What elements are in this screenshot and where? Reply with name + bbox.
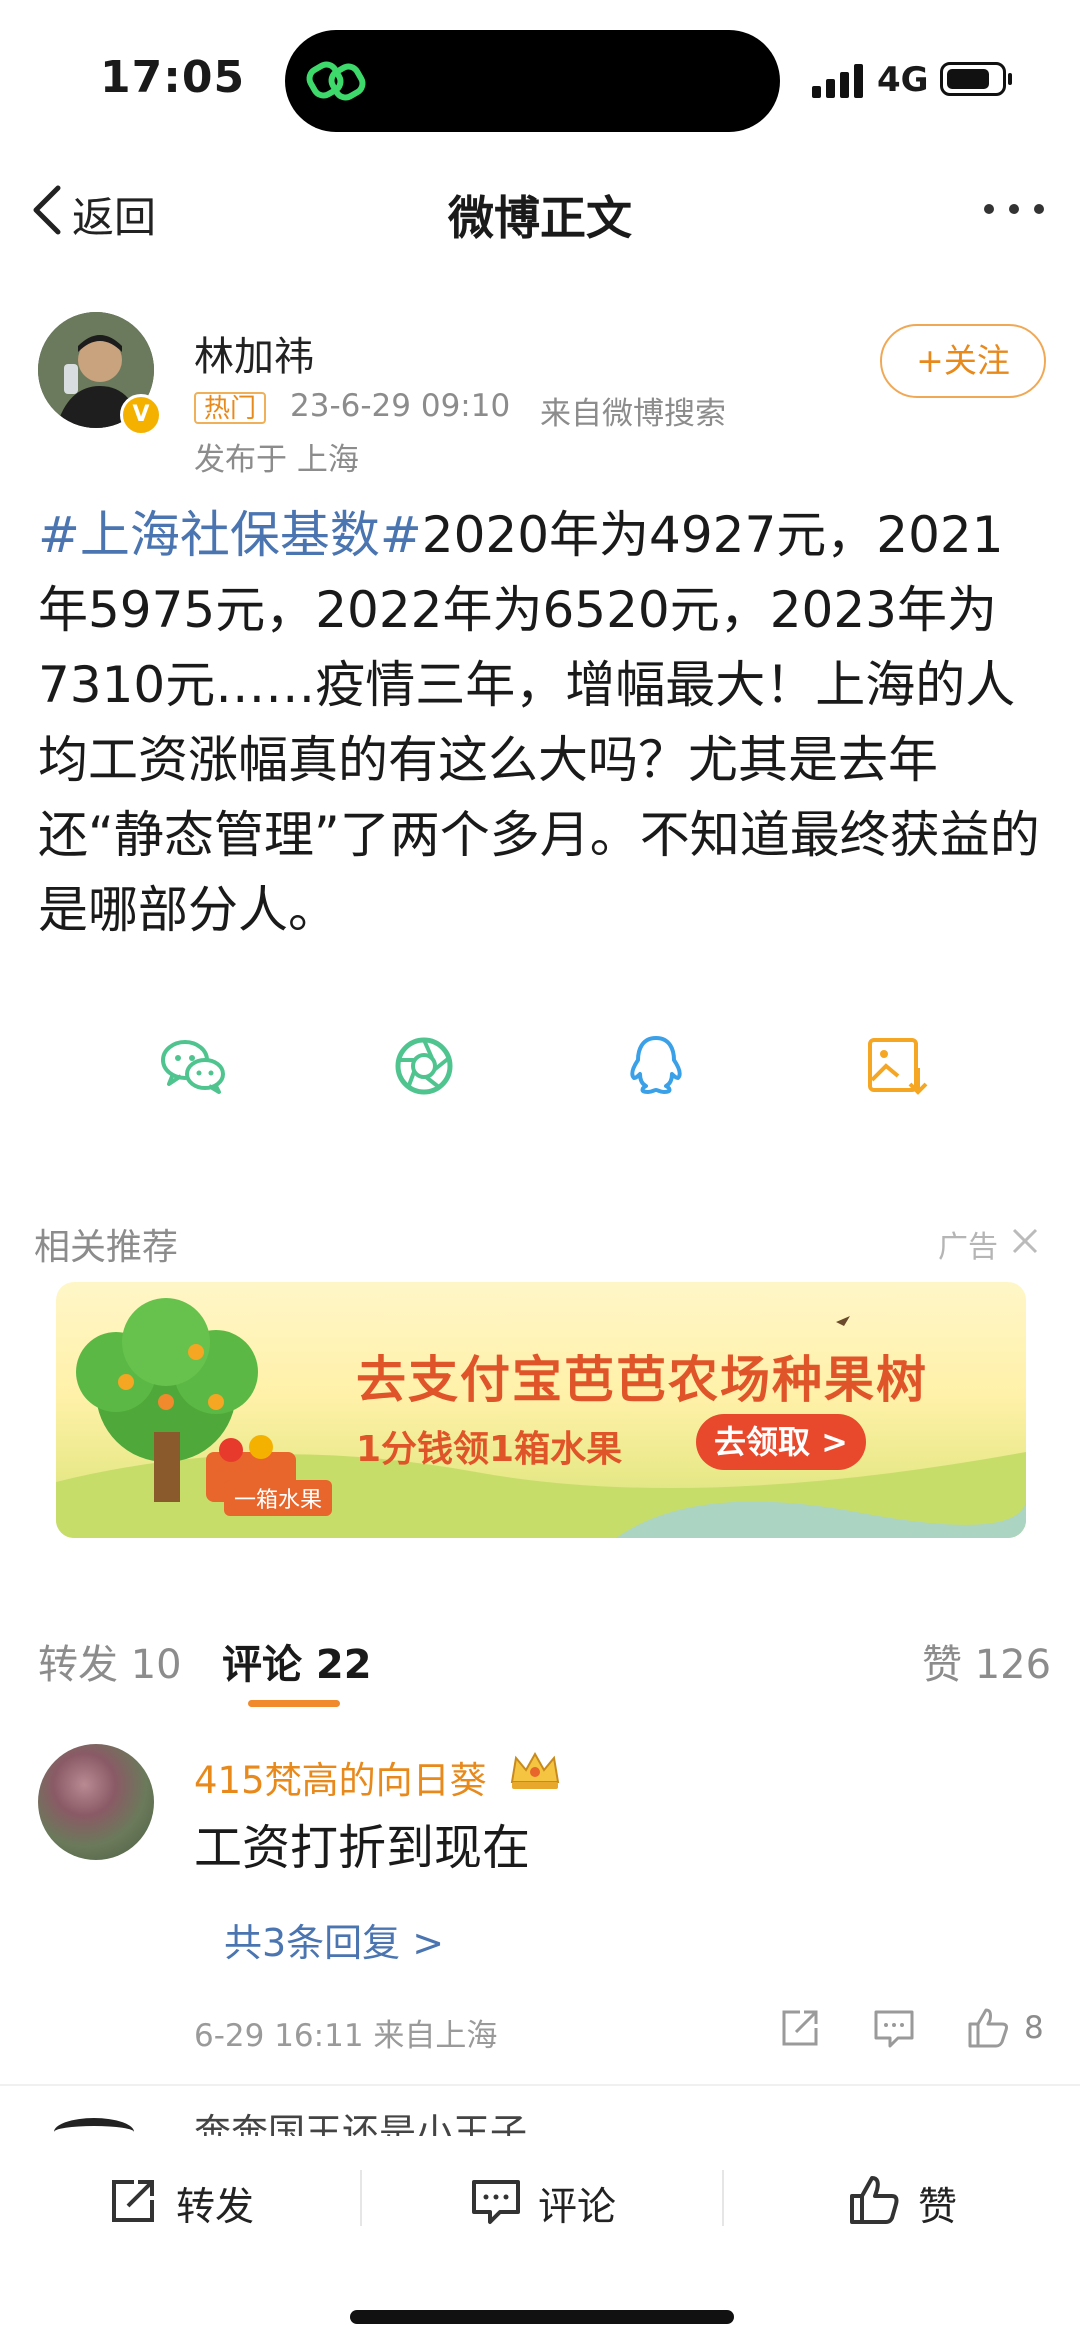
ad-banner[interactable]: 去支付宝芭芭农场种果树 1分钱领1箱水果 去领取 > 一箱水果 (56, 1282, 1026, 1538)
commenter-avatar[interactable] (38, 1744, 154, 1860)
repost-button[interactable]: 转发 (176, 2176, 254, 2232)
active-tab-indicator (248, 1700, 340, 1707)
related-section-title: 相关推荐 (34, 1227, 179, 1268)
comment-share-icon[interactable] (778, 2006, 822, 2050)
hot-badge: 热门 (194, 392, 267, 424)
banner-headline: 去支付宝芭芭农场种果树 (356, 1351, 928, 1409)
crown-badge-icon (510, 1751, 560, 1789)
status-time: 17:05 (100, 52, 246, 103)
ad-label: 广告 (938, 1230, 998, 1265)
post-time: 23-6-29 09:10 (290, 388, 511, 424)
battery-icon (940, 62, 1006, 96)
tab-likes[interactable]: 赞 126 (922, 1632, 1051, 1690)
comment-divider (0, 2084, 1080, 2086)
post-body: 2020年为4927元，2021年5975元，2022年为6520元，2023年… (38, 506, 1040, 939)
next-commenter-name[interactable]: 奔奔国王还是小王子 (194, 2106, 527, 2136)
post-source: 来自微博搜索 (540, 396, 726, 432)
signal-icon (812, 64, 863, 98)
author-name[interactable]: 林加祎 (194, 324, 314, 382)
home-indicator[interactable] (350, 2310, 734, 2324)
close-icon[interactable] (1010, 1226, 1040, 1256)
comment-button[interactable]: 评论 (538, 2176, 616, 2232)
repost-icon[interactable] (108, 2174, 160, 2226)
commenter-name[interactable]: 415梵高的向日葵 (194, 1750, 487, 1804)
view-replies-link[interactable]: 共3条回复 > (224, 1912, 444, 1967)
post-text: #上海社保基数#2020年为4927元，2021年5975元，2022年为652… (38, 498, 1048, 948)
wechat-icon[interactable] (157, 1030, 229, 1102)
comment-like-count: 8 (1024, 2010, 1044, 2046)
comment-icon[interactable] (470, 2174, 522, 2226)
save-image-icon[interactable] (860, 1030, 932, 1102)
tab-reposts[interactable]: 转发 10 (38, 1632, 182, 1690)
banner-subline: 1分钱领1箱水果 (356, 1429, 623, 1470)
battery-cap (1008, 73, 1012, 85)
follow-button[interactable]: +关注 (880, 324, 1046, 398)
comment-meta: 6-29 16:11 来自上海 (194, 2018, 498, 2054)
verified-badge-icon: V (120, 394, 162, 436)
banner-cta-button[interactable]: 去领取 > (696, 1414, 866, 1470)
moments-icon[interactable] (388, 1030, 460, 1102)
link-app-icon (306, 61, 366, 101)
separator (360, 2170, 362, 2226)
comment-like-icon[interactable] (966, 2006, 1010, 2050)
tab-comments[interactable]: 评论 22 (222, 1632, 372, 1690)
like-icon[interactable] (848, 2174, 900, 2226)
page-title: 微博正文 (448, 191, 632, 245)
more-icon[interactable] (982, 202, 1046, 216)
post-location: 发布于 上海 (194, 442, 359, 478)
comment-reply-icon[interactable] (872, 2006, 916, 2050)
separator (722, 2170, 724, 2226)
comment-text: 工资打折到现在 (194, 1820, 531, 1876)
like-button[interactable]: 赞 (918, 2176, 957, 2232)
qq-icon[interactable] (620, 1030, 692, 1102)
banner-tag: 一箱水果 (224, 1480, 333, 1516)
network-type: 4G (877, 60, 929, 100)
hashtag-link[interactable]: #上海社保基数# (38, 506, 422, 564)
